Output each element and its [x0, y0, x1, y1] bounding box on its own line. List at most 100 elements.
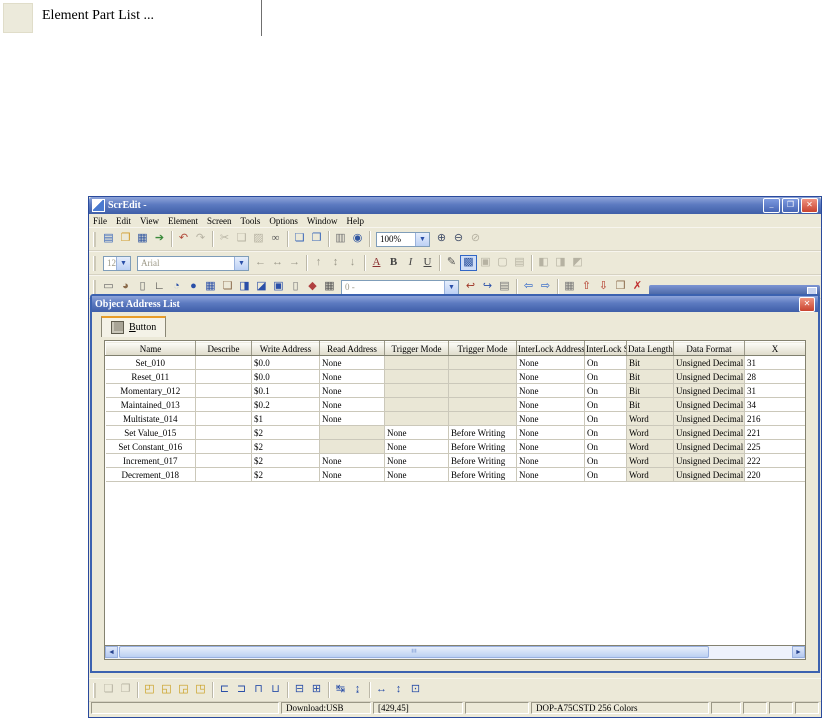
table-cell[interactable]: On	[585, 468, 627, 482]
zoom-combo[interactable]: 100% ▼	[376, 232, 430, 247]
same-width-icon[interactable]: ↔	[373, 682, 390, 698]
schedule-icon[interactable]: ▦	[561, 279, 578, 295]
table-cell[interactable]	[449, 370, 517, 384]
pie-element-icon[interactable]: ◔	[168, 279, 185, 295]
zoom-area-icon[interactable]: ⊘	[467, 231, 484, 247]
table-cell[interactable]	[196, 412, 252, 426]
move-left-icon[interactable]: ←	[252, 255, 269, 271]
table-row[interactable]: Set_010 $0.0None NoneOnBitUnsigned Decim…	[106, 356, 806, 370]
meter-element-icon[interactable]: ◕	[117, 279, 134, 295]
copy-icon[interactable]: ❑	[233, 231, 250, 247]
table-cell[interactable]	[196, 370, 252, 384]
table-cell[interactable]: Bit	[627, 384, 674, 398]
table-cell[interactable]: None	[320, 384, 385, 398]
write-address-icon[interactable]: ↪	[479, 279, 496, 295]
table-cell[interactable]: Unsigned Decimal	[674, 370, 745, 384]
transparent-icon[interactable]: ✎	[443, 255, 460, 271]
table-cell[interactable]: None	[517, 370, 585, 384]
new-screen-icon[interactable]: ❏	[291, 231, 308, 247]
menu-help[interactable]: Help	[347, 216, 365, 226]
table-cell[interactable]: None	[517, 454, 585, 468]
underline-icon[interactable]: U	[419, 255, 436, 271]
table-cell[interactable]: 221	[745, 426, 806, 440]
open-screen-icon[interactable]: ❐	[308, 231, 325, 247]
table-cell[interactable]: Before Writing	[449, 426, 517, 440]
move-right-icon[interactable]: →	[286, 255, 303, 271]
table-cell[interactable]: On	[585, 426, 627, 440]
send-backward-icon[interactable]: ◳	[192, 682, 209, 698]
table-cell[interactable]: Word	[627, 454, 674, 468]
menu-options[interactable]: Options	[269, 216, 298, 226]
font-name-combo[interactable]: Arial ▼	[137, 256, 249, 271]
table-cell[interactable]: None	[385, 426, 449, 440]
table-cell[interactable]: Word	[627, 440, 674, 454]
table-row[interactable]: Momentary_012 $0.1None NoneOnBitUnsigned…	[106, 384, 806, 398]
table-cell[interactable]: Multistate_014	[106, 412, 196, 426]
table-row[interactable]: Reset_011 $0.0None NoneOnBitUnsigned Dec…	[106, 370, 806, 384]
table-cell[interactable]	[196, 440, 252, 454]
align-right-icon[interactable]: ⊐	[233, 682, 250, 698]
table-cell[interactable]: Bit	[627, 398, 674, 412]
table-cell[interactable]	[320, 426, 385, 440]
table-cell[interactable]: None	[320, 398, 385, 412]
table-cell[interactable]: 31	[745, 384, 806, 398]
space-across-icon[interactable]: ↹	[332, 682, 349, 698]
table-cell[interactable]: 225	[745, 440, 806, 454]
background-color-icon[interactable]: ▩	[460, 255, 477, 271]
undo-icon[interactable]: ↶	[175, 231, 192, 247]
alarm-element-icon[interactable]: ◆	[304, 279, 321, 295]
pattern-element-icon[interactable]: ▦	[202, 279, 219, 295]
flip-horizontal-icon[interactable]: ↔	[269, 255, 286, 271]
button-element-icon[interactable]: ▭	[100, 279, 117, 295]
table-cell[interactable]: Word	[627, 426, 674, 440]
dialog-titlebar[interactable]: Object Address List ✕	[92, 296, 818, 312]
zoom-in-icon[interactable]: ⊕	[433, 231, 450, 247]
horizontal-scrollbar[interactable]: ◄ ►	[105, 645, 805, 659]
table-cell[interactable]: On	[585, 398, 627, 412]
scrollbar-thumb[interactable]	[119, 646, 709, 658]
center-vertical-icon[interactable]: ⊞	[308, 682, 325, 698]
table-cell[interactable]: On	[585, 370, 627, 384]
chevron-down-icon[interactable]: ▼	[415, 233, 429, 246]
frame-style-icon-2[interactable]: ▢	[494, 255, 511, 271]
table-cell[interactable]: 216	[745, 412, 806, 426]
table-cell[interactable]	[449, 384, 517, 398]
table-cell[interactable]: $0.2	[252, 398, 320, 412]
keypad-element-icon[interactable]: ▦	[321, 279, 338, 295]
chevron-down-icon[interactable]: ▼	[116, 257, 130, 270]
table-cell[interactable]: None	[320, 370, 385, 384]
text-color-icon[interactable]: A	[368, 255, 385, 271]
table-cell[interactable]: Unsigned Decimal	[674, 356, 745, 370]
move-up-icon[interactable]: ↑	[310, 255, 327, 271]
read-address-icon[interactable]: ↩	[462, 279, 479, 295]
table-cell[interactable]: None	[517, 412, 585, 426]
table-cell[interactable]: None	[320, 356, 385, 370]
bring-forward-icon[interactable]: ◲	[175, 682, 192, 698]
cut-icon[interactable]: ✂	[216, 231, 233, 247]
toolbar-grip[interactable]	[93, 683, 96, 698]
table-cell[interactable]	[385, 412, 449, 426]
table-cell[interactable]: Unsigned Decimal	[674, 384, 745, 398]
same-size-icon[interactable]: ⊡	[407, 682, 424, 698]
table-cell[interactable]: Set Constant_016	[106, 440, 196, 454]
close-button[interactable]: ✕	[801, 198, 818, 213]
table-cell[interactable]: Bit	[627, 356, 674, 370]
open-icon[interactable]: ❐	[117, 231, 134, 247]
table-cell[interactable]: Reset_011	[106, 370, 196, 384]
table-cell[interactable]: None	[385, 440, 449, 454]
table-cell[interactable]: 220	[745, 468, 806, 482]
table-cell[interactable]: Unsigned Decimal	[674, 412, 745, 426]
monitor-element-icon[interactable]: ▣	[270, 279, 287, 295]
table-cell[interactable]: 34	[745, 398, 806, 412]
align-top-icon[interactable]: ⊓	[250, 682, 267, 698]
table-cell[interactable]: None	[517, 384, 585, 398]
table-cell[interactable]: Bit	[627, 370, 674, 384]
table-cell[interactable]	[449, 356, 517, 370]
table-cell[interactable]: On	[585, 440, 627, 454]
scroll-right-icon[interactable]: ►	[792, 646, 805, 658]
group-icon[interactable]: ❏	[100, 682, 117, 698]
table-cell[interactable]: Maintained_013	[106, 398, 196, 412]
table-row[interactable]: Maintained_013 $0.2None NoneOnBitUnsigne…	[106, 398, 806, 412]
scroll-left-icon[interactable]: ◄	[105, 646, 118, 658]
screen-element-icon[interactable]: ❏	[219, 279, 236, 295]
